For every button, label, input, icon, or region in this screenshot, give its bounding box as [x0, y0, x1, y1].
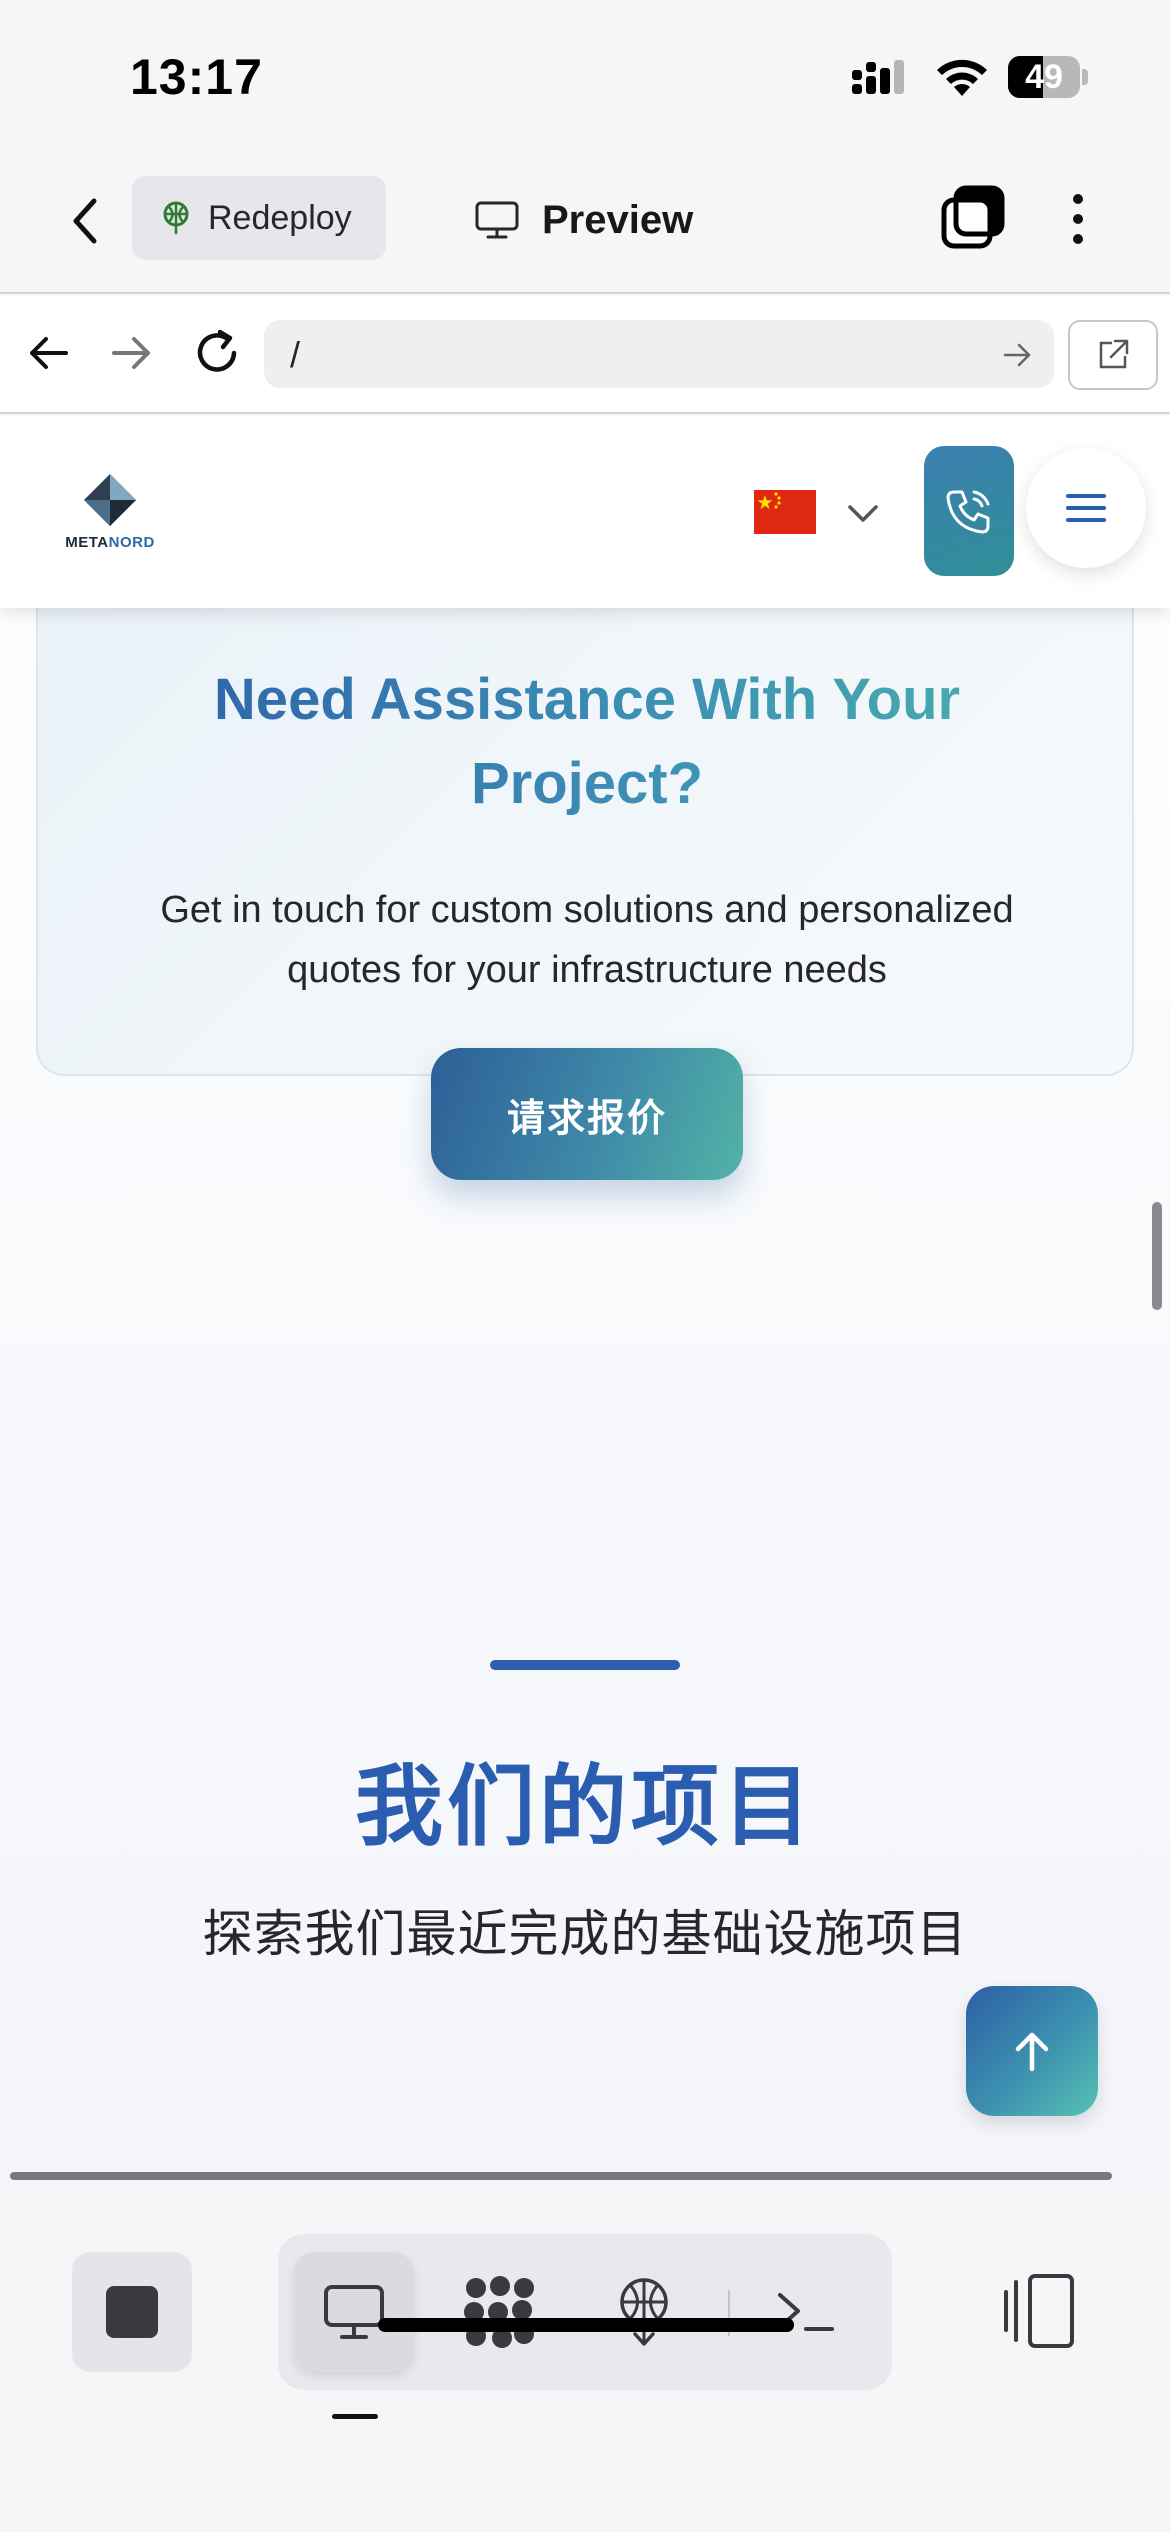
app-screen: 13:17 49 Redeploy Preview / METANORD Nee…	[0, 0, 1170, 2532]
bottom-toolbar	[0, 2186, 1170, 2532]
assistance-text: Get in touch for custom solutions and pe…	[160, 889, 1014, 991]
tabs-icon[interactable]	[938, 184, 1008, 254]
china-flag-icon[interactable]	[754, 490, 816, 534]
battery-icon: 49	[1008, 56, 1088, 98]
phone-button[interactable]	[924, 446, 1014, 576]
external-link-icon	[1099, 339, 1129, 369]
deploy-icon	[620, 2278, 668, 2346]
vertical-scrollbar[interactable]	[1152, 1202, 1162, 1310]
back-button[interactable]	[60, 186, 110, 256]
terminal-tool-button[interactable]	[758, 2264, 854, 2360]
stop-button[interactable]	[72, 2252, 192, 2372]
preview-viewport: METANORD Need Assistance With Your Proje…	[0, 416, 1170, 2182]
monitor-icon	[475, 201, 519, 239]
assistance-title: Need Assistance With Your Project?	[98, 658, 1076, 826]
url-text: /	[290, 334, 301, 375]
metanord-logo[interactable]: METANORD	[58, 474, 162, 564]
menu-button[interactable]	[1026, 448, 1146, 568]
logo-mark-icon	[84, 474, 136, 526]
wifi-icon	[937, 59, 987, 96]
assistance-card: Need Assistance With Your Project? Get i…	[36, 556, 1134, 1180]
arrow-up-icon	[1015, 2032, 1049, 2072]
monitor-icon	[324, 2285, 384, 2339]
more-vertical-icon[interactable]	[1056, 184, 1100, 254]
projects-subtitle: 探索我们最近完成的基础设施项目	[202, 1906, 968, 1962]
url-input[interactable]: /	[264, 320, 1054, 388]
split-view-icon[interactable]	[1000, 2268, 1080, 2354]
apps-grid-icon	[464, 2276, 534, 2348]
projects-title: 我们的项目	[354, 1757, 815, 1856]
arrow-left-icon[interactable]	[26, 330, 72, 376]
deploy-icon	[163, 201, 189, 234]
site-header: METANORD	[0, 416, 1170, 608]
arrow-right-icon[interactable]	[108, 330, 154, 376]
stop-icon	[106, 2286, 158, 2338]
status-bar: 13:17 49	[0, 0, 1170, 150]
home-indicator[interactable]	[378, 2318, 794, 2332]
signal-icon	[852, 60, 904, 94]
preview-tool-button[interactable]	[306, 2264, 402, 2360]
logo-text: METANORD	[65, 534, 155, 551]
projects-divider	[490, 1660, 680, 1670]
horizontal-scrollbar[interactable]	[10, 2172, 1112, 2180]
phone-icon	[946, 490, 990, 534]
request-quote-button[interactable]: 请求报价	[431, 1048, 743, 1180]
go-arrow-icon[interactable]	[1002, 340, 1032, 370]
browser-bar: /	[0, 296, 1170, 414]
app-header: Redeploy Preview	[0, 150, 1170, 294]
status-time: 13:17	[130, 49, 263, 105]
open-external-button[interactable]	[1068, 320, 1158, 390]
redeploy-button[interactable]: Redeploy	[132, 176, 386, 260]
preview-tab[interactable]: Preview	[474, 180, 693, 260]
redeploy-label: Redeploy	[208, 198, 352, 237]
apps-tool-button[interactable]	[452, 2264, 548, 2360]
tool-group	[278, 2234, 892, 2390]
preview-label: Preview	[542, 197, 694, 242]
hamburger-icon	[1066, 494, 1106, 522]
scroll-to-top-button[interactable]	[966, 1986, 1098, 2116]
active-tab-indicator	[332, 2414, 378, 2419]
chevron-down-icon[interactable]	[846, 498, 880, 528]
reload-icon[interactable]	[190, 326, 244, 380]
battery-percent: 49	[1025, 58, 1063, 96]
chevron-left-icon	[73, 198, 97, 244]
deploy-tool-button[interactable]	[596, 2264, 692, 2360]
